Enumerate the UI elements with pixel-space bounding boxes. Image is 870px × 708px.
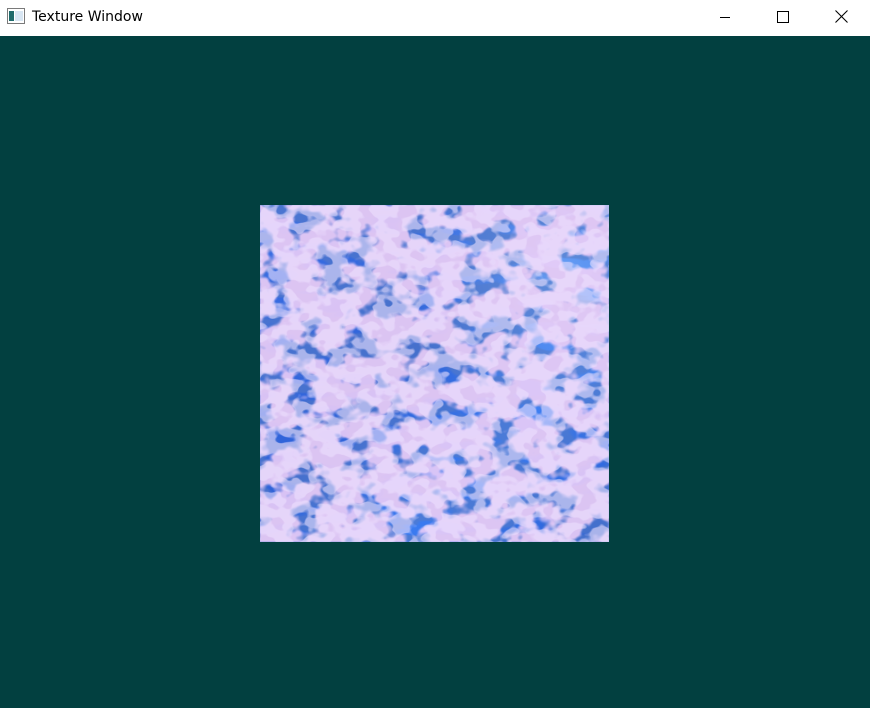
window-title: Texture Window <box>32 9 143 25</box>
minimize-button[interactable] <box>696 0 754 33</box>
maximize-button[interactable] <box>754 0 812 33</box>
texture-window: Texture Window <box>0 0 870 708</box>
app-window-icon <box>7 8 25 24</box>
title-bar[interactable]: Texture Window <box>0 0 870 35</box>
maximize-icon <box>777 10 789 23</box>
water-caustics-texture <box>260 205 609 542</box>
close-icon <box>834 10 848 23</box>
textured-quad <box>260 205 609 542</box>
close-button[interactable] <box>812 0 870 33</box>
minimize-icon <box>719 11 731 23</box>
render-viewport[interactable] <box>0 36 870 708</box>
